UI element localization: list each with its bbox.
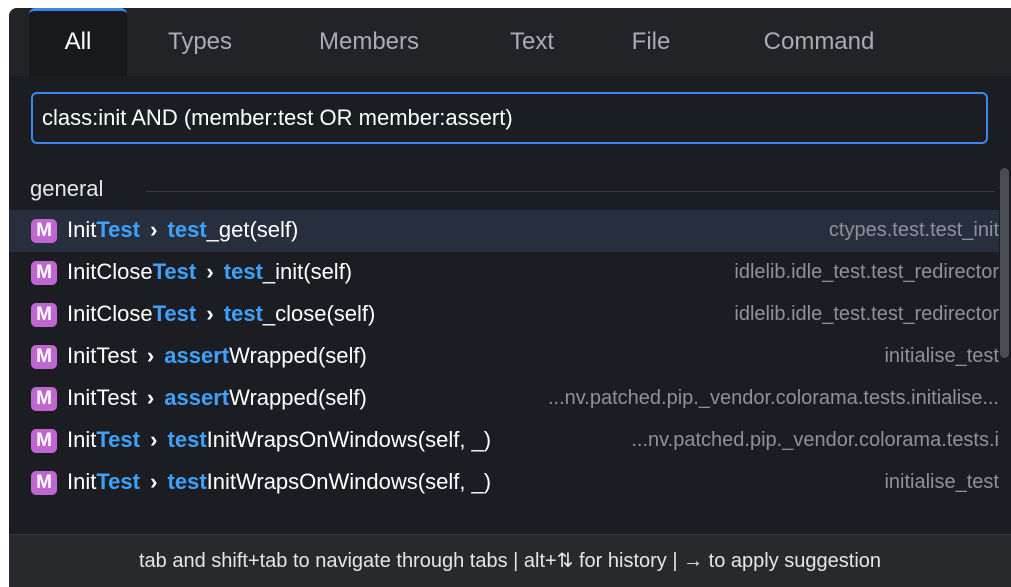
- tab-command[interactable]: Command: [749, 8, 889, 76]
- result-signature: InitTest › assertWrapped(self): [67, 343, 367, 368]
- result-signature: InitTest › test_get(self): [67, 217, 299, 242]
- result-row[interactable]: M InitTest › assertWrapped(self) ...nv.pat…: [9, 378, 999, 420]
- tab-text[interactable]: Text: [497, 8, 567, 76]
- result-location: idlelib.idle_test.test_redirector: [734, 303, 999, 325]
- result-row[interactable]: M InitCloseTest › test_init(self) idlelib.…: [9, 252, 999, 294]
- result-signature: InitTest › testInitWrapsOnWindows(self, …: [67, 469, 492, 494]
- group-divider: [146, 191, 995, 192]
- group-header: general: [9, 174, 999, 206]
- result-location: ...nv.patched.pip._vendor.colorama.tests…: [548, 387, 999, 409]
- method-icon: M: [31, 387, 57, 411]
- group-label: general: [30, 176, 104, 201]
- search-everywhere-popup: All Types Members Text File Command clas…: [9, 8, 1011, 587]
- method-icon: M: [31, 429, 57, 453]
- result-row[interactable]: M InitTest › testInitWrapsOnWindows(self,…: [9, 462, 999, 504]
- search-input[interactable]: class:init AND (member:test OR member:as…: [31, 92, 988, 144]
- result-location: initialise_test: [884, 471, 999, 493]
- result-signature: InitTest › testInitWrapsOnWindows(self, …: [67, 427, 492, 452]
- result-row[interactable]: M InitTest › test_get(self) ctypes.test.te…: [9, 210, 999, 252]
- result-row[interactable]: M InitCloseTest › test_close(self) idlelib…: [9, 294, 999, 336]
- tab-types[interactable]: Types: [154, 8, 246, 76]
- scrollbar[interactable]: [1000, 168, 1009, 358]
- tab-file[interactable]: File: [621, 8, 681, 76]
- result-signature: InitCloseTest › test_close(self): [67, 301, 376, 326]
- hint-footer: tab and shift+tab to navigate through ta…: [9, 534, 1011, 587]
- result-location: ctypes.test.test_init: [828, 219, 999, 241]
- method-icon: M: [31, 219, 57, 243]
- method-icon: M: [31, 261, 57, 285]
- result-location: ...nv.patched.pip._vendor.colorama.tests…: [631, 429, 999, 451]
- tab-all[interactable]: All: [29, 8, 127, 76]
- method-icon: M: [31, 303, 57, 327]
- result-signature: InitCloseTest › test_init(self): [67, 259, 353, 284]
- result-location: idlelib.idle_test.test_redirector: [734, 261, 999, 283]
- method-icon: M: [31, 471, 57, 495]
- result-signature: InitTest › assertWrapped(self): [67, 385, 367, 410]
- tab-bar: All Types Members Text File Command: [9, 8, 1011, 76]
- result-row[interactable]: M InitTest › testInitWrapsOnWindows(self,…: [9, 420, 999, 462]
- result-location: initialise_test: [884, 345, 999, 367]
- result-row[interactable]: M InitTest › assertWrapped(self) initialis…: [9, 336, 999, 378]
- method-icon: M: [31, 345, 57, 369]
- tab-members[interactable]: Members: [299, 8, 439, 76]
